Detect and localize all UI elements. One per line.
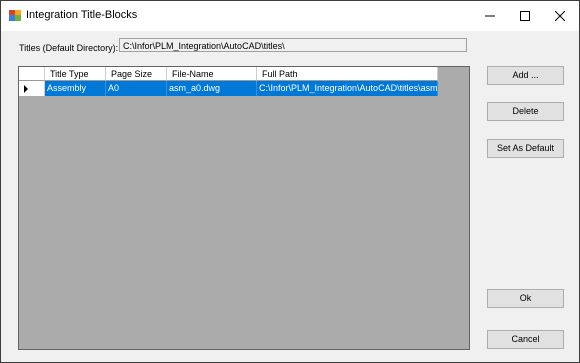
add-button[interactable]: Add ...: [487, 66, 564, 85]
grid-header-row: Title Type Page Size File-Name Full Path: [19, 67, 439, 81]
column-header-full-path[interactable]: Full Path: [257, 67, 438, 81]
titles-directory-field[interactable]: C:\Infor\PLM_Integration\AutoCAD\titles\: [119, 38, 467, 52]
maximize-icon: [520, 11, 530, 21]
column-header-title-type[interactable]: Title Type: [45, 67, 106, 81]
table-row[interactable]: Assembly A0 asm_a0.dwg C:\Infor\PLM_Inte…: [19, 81, 439, 96]
title-bar[interactable]: Integration Title-Blocks: [1, 1, 579, 31]
minimize-icon: [485, 15, 495, 17]
titles-directory-label: Titles (Default Directory):: [19, 43, 119, 53]
close-button[interactable]: [543, 1, 577, 31]
column-header-page-size[interactable]: Page Size: [106, 67, 167, 81]
column-header-file-name[interactable]: File-Name: [167, 67, 257, 81]
set-as-default-button[interactable]: Set As Default: [487, 139, 564, 158]
delete-button[interactable]: Delete: [487, 102, 564, 121]
window-title: Integration Title-Blocks: [26, 9, 138, 21]
cell-full-path[interactable]: C:\Infor\PLM_Integration\AutoCAD\titles\…: [257, 81, 438, 96]
title-blocks-grid[interactable]: Title Type Page Size File-Name Full Path…: [18, 66, 470, 350]
grid-corner-header[interactable]: [19, 67, 45, 81]
row-pointer-icon: [24, 85, 28, 93]
cell-file-name[interactable]: asm_a0.dwg: [167, 81, 257, 96]
cell-page-size[interactable]: A0: [106, 81, 167, 96]
ok-button[interactable]: Ok: [487, 289, 564, 308]
cancel-button[interactable]: Cancel: [487, 330, 564, 349]
minimize-button[interactable]: [473, 1, 507, 31]
cell-title-type[interactable]: Assembly: [45, 81, 106, 96]
row-header[interactable]: [19, 81, 45, 96]
close-icon: [555, 11, 565, 21]
app-icon: [9, 10, 21, 21]
dialog-window: Integration Title-Blocks Titles (Default…: [0, 0, 580, 363]
maximize-button[interactable]: [508, 1, 542, 31]
